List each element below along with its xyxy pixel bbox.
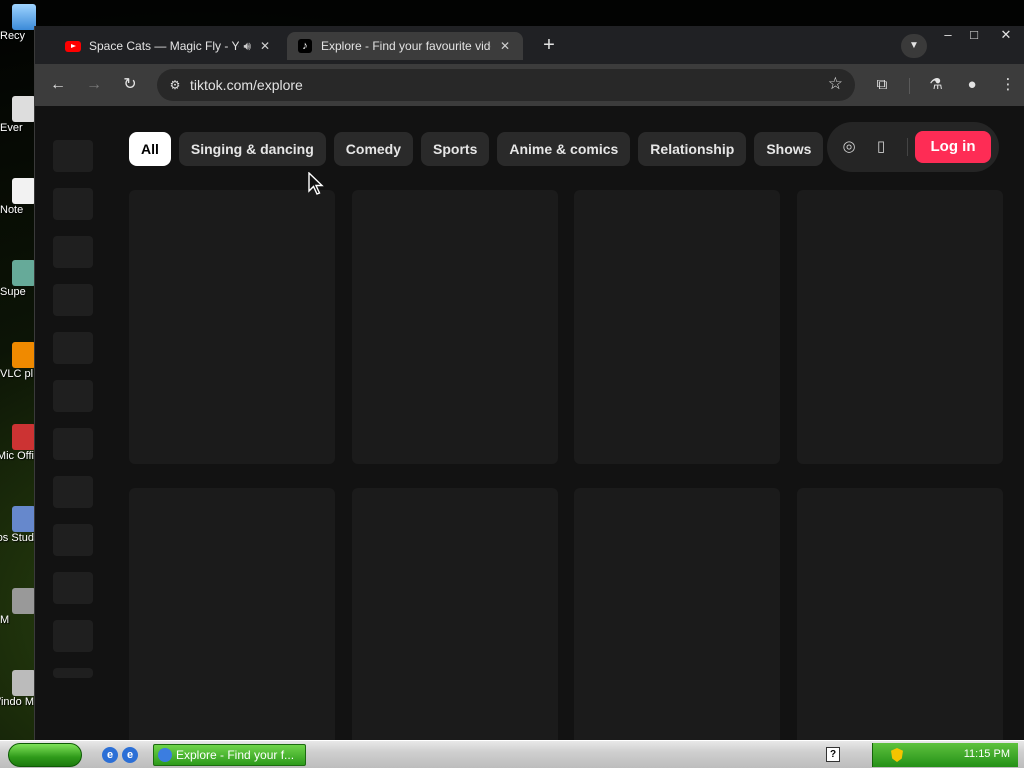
category-chips: All Singing & dancing Comedy Sports Anim… <box>129 132 824 168</box>
notepad-icon <box>12 178 36 204</box>
category-chip-shows[interactable]: Shows <box>754 132 824 166</box>
security-shield-icon[interactable] <box>891 748 903 762</box>
youtube-icon <box>65 38 81 54</box>
tab-youtube[interactable]: Space Cats — Magic Fly - YouT 🔊︎ ✕ <box>55 32 283 60</box>
taskbar: e e Explore - Find your f... ? 11:15 PM <box>0 740 1024 768</box>
desktop-icon-3[interactable]: Supe <box>0 260 36 298</box>
video-card-skeleton[interactable] <box>574 190 780 464</box>
labs-flask-icon[interactable]: ⚗ <box>923 72 949 98</box>
app-icon <box>12 96 36 122</box>
desktop-icon-vlc[interactable]: VLC pl <box>0 342 36 380</box>
browser-icon <box>158 748 172 762</box>
video-card-skeleton[interactable] <box>797 190 1003 464</box>
video-card-skeleton[interactable] <box>352 190 558 464</box>
site-info-icon[interactable]: ⚙ <box>165 75 185 95</box>
category-chip-all[interactable]: All <box>129 132 171 166</box>
system-tray: 11:15 PM <box>872 743 1018 767</box>
start-button[interactable] <box>8 743 82 767</box>
browser-quicklaunch-icon[interactable]: e <box>122 747 138 763</box>
desktop-icons: Recy Ever Note Supe VLC pl Mic Offi Micr… <box>0 0 36 740</box>
speaker-icon[interactable]: 🔊︎ <box>243 39 251 54</box>
category-chip-relationship[interactable]: Relationship <box>638 132 747 166</box>
sidebar-skeleton <box>53 572 93 604</box>
category-chip-sports[interactable]: Sports <box>421 132 490 166</box>
app-icon <box>12 588 36 614</box>
clock: 11:15 PM <box>963 748 1010 760</box>
new-tab-button[interactable]: + <box>535 34 563 58</box>
address-bar[interactable]: ⚙ tiktok.com/explore ☆ <box>157 69 855 101</box>
tab-tiktok-explore[interactable]: ♪ Explore - Find your favourite video ✕ <box>287 32 523 60</box>
tiktok-explore-page: All Singing & dancing Comedy Sports Anim… <box>35 106 1024 740</box>
reload-icon[interactable]: ↻ <box>117 72 143 98</box>
recycle-bin-icon <box>12 4 36 30</box>
tiktok-icon: ♪ <box>297 38 313 54</box>
sidebar-skeleton <box>53 188 93 220</box>
category-chip-singing-dancing[interactable]: Singing & dancing <box>178 132 326 166</box>
mouse-cursor-icon <box>308 172 324 195</box>
close-tab-icon[interactable]: ✕ <box>497 39 513 53</box>
desktop-icon-recycle-bin[interactable]: Recy <box>0 4 36 42</box>
forward-arrow-icon[interactable]: → <box>81 72 107 98</box>
help-icon[interactable]: ? <box>826 747 840 762</box>
menu-kebab-icon[interactable]: ⋮ <box>995 72 1021 98</box>
video-card-skeleton[interactable] <box>574 488 780 740</box>
browser-window: Space Cats — Magic Fly - YouT 🔊︎ ✕ ♪ Exp… <box>34 26 1024 740</box>
mobile-device-icon[interactable]: ▯ <box>871 137 891 157</box>
sidebar-skeleton <box>53 236 93 268</box>
sidebar-skeleton <box>53 476 93 508</box>
login-button[interactable]: Log in <box>915 131 991 163</box>
windows-media-icon <box>12 670 36 696</box>
sidebar-skeleton <box>53 524 93 556</box>
actions-divider <box>907 138 908 156</box>
browser-toolbar: ← → ↻ ⚙ tiktok.com/explore ☆ ⧉ ⚗ ● ⋮ <box>35 64 1024 106</box>
desktop-icon-1[interactable]: Ever <box>0 96 36 134</box>
sidebar-skeleton <box>53 284 93 316</box>
minimize-icon[interactable]: – <box>935 26 961 46</box>
sidebar-skeleton <box>53 428 93 460</box>
tab-strip: Space Cats — Magic Fly - YouT 🔊︎ ✕ ♪ Exp… <box>35 26 1024 64</box>
video-card-skeleton[interactable] <box>129 190 335 464</box>
video-card-skeleton[interactable] <box>797 488 1003 740</box>
toolbar-divider <box>909 78 910 94</box>
url-text[interactable]: tiktok.com/explore <box>190 77 303 93</box>
video-card-skeleton[interactable] <box>129 488 335 740</box>
internet-explorer-icon[interactable]: e <box>102 747 118 763</box>
category-chip-comedy[interactable]: Comedy <box>333 132 414 166</box>
tab-search-chevron-icon[interactable]: ▼ <box>901 34 927 58</box>
profile-avatar-icon[interactable]: ● <box>959 72 985 98</box>
extensions-puzzle-icon[interactable]: ⧉ <box>869 72 895 98</box>
desktop-icon-7[interactable]: M <box>0 588 36 626</box>
vlc-icon <box>12 342 36 368</box>
coin-icon[interactable]: ◎ <box>839 137 859 157</box>
sidebar-skeleton <box>53 668 93 678</box>
desktop-icon-notepad[interactable]: Note <box>0 178 36 216</box>
desktop-icon-office[interactable]: Mic Offi <box>0 424 36 462</box>
close-window-icon[interactable]: ✕ <box>993 26 1019 46</box>
sidebar-skeleton <box>53 380 93 412</box>
video-card-skeleton[interactable] <box>352 488 558 740</box>
header-actions: ◎ ▯ Log in <box>827 122 999 172</box>
studio-icon <box>12 506 36 532</box>
sidebar-skeleton <box>53 140 93 172</box>
office-icon <box>12 424 36 450</box>
back-arrow-icon[interactable]: ← <box>45 72 71 98</box>
taskbar-button-explore[interactable]: Explore - Find your f... <box>153 744 306 766</box>
desktop-icon-windows-media[interactable]: Windo M <box>0 670 36 708</box>
category-chip-anime-comics[interactable]: Anime & comics <box>497 132 631 166</box>
app-icon <box>12 260 36 286</box>
desktop-icon-studio[interactable]: Micros Stud <box>0 506 36 544</box>
sidebar-skeleton <box>53 332 93 364</box>
close-tab-icon[interactable]: ✕ <box>257 39 273 53</box>
maximize-icon[interactable]: □ <box>961 26 987 46</box>
sidebar-skeleton <box>53 620 93 652</box>
bookmark-star-icon[interactable]: ☆ <box>828 74 843 94</box>
